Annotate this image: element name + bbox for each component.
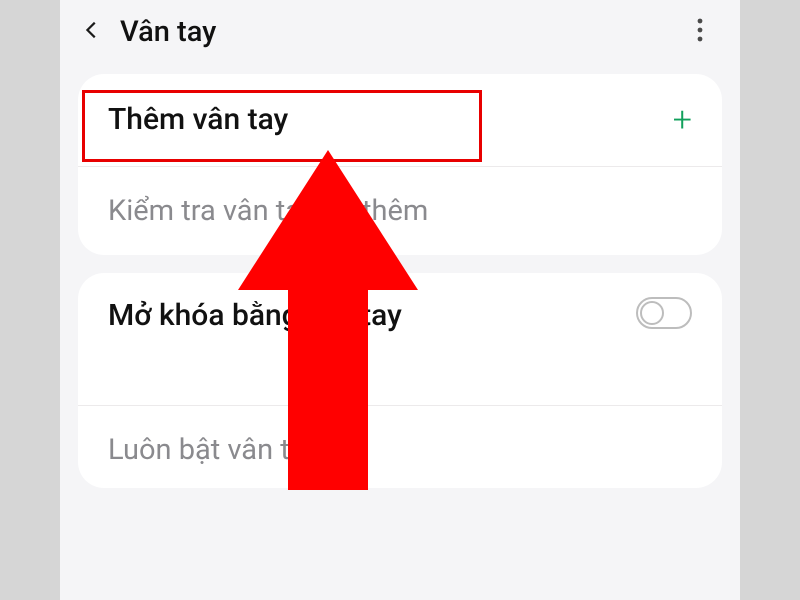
always-on-fingerprint-label: Luôn bật vân tay [108, 432, 692, 468]
always-on-fingerprint-row[interactable]: Luôn bật vân tay [78, 405, 722, 488]
unlock-with-fingerprint-row[interactable]: Mở khóa bằng vân tay [78, 273, 722, 405]
more-options-button[interactable] [678, 10, 722, 54]
fingerprint-list-card: Thêm vân tay + Kiểm tra vân tay đã thêm [78, 74, 722, 255]
unlock-toggle[interactable] [636, 297, 692, 329]
chevron-left-icon [81, 19, 103, 45]
settings-screen: Vân tay Thêm vân tay + Kiểm tra vân tay … [60, 0, 740, 600]
more-vertical-icon [697, 18, 703, 46]
add-fingerprint-row[interactable]: Thêm vân tay + [78, 74, 722, 166]
check-fingerprint-label: Kiểm tra vân tay đã thêm [108, 193, 692, 229]
fingerprint-options-card: Mở khóa bằng vân tay Luôn bật vân tay [78, 273, 722, 488]
back-button[interactable] [70, 10, 114, 54]
plus-icon: + [661, 100, 692, 140]
unlock-with-fingerprint-label: Mở khóa bằng vân tay [108, 297, 636, 335]
toggle-knob [640, 301, 664, 325]
app-header: Vân tay [60, 0, 740, 64]
check-fingerprint-row[interactable]: Kiểm tra vân tay đã thêm [78, 166, 722, 255]
page-title: Vân tay [114, 15, 678, 49]
add-fingerprint-label: Thêm vân tay [108, 101, 661, 139]
